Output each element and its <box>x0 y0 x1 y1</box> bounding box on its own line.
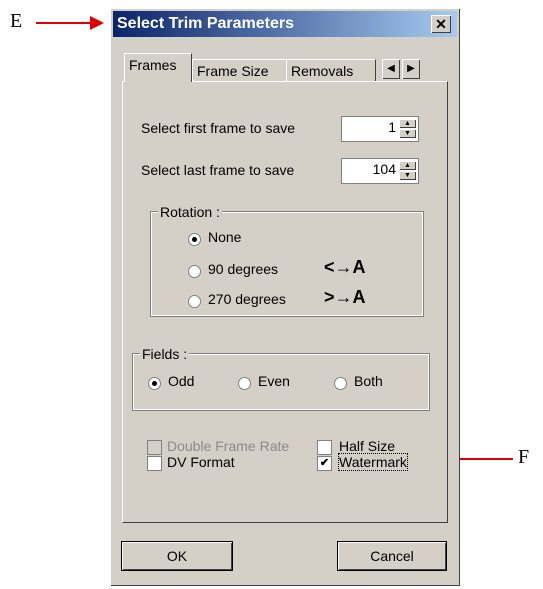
ok-button[interactable]: OK <box>122 542 232 570</box>
rotate-270-icon: >→A <box>324 287 366 307</box>
dv-format-checkbox[interactable] <box>147 456 162 471</box>
rotation-none-label: None <box>208 229 242 245</box>
callout-e-arrow <box>36 22 92 24</box>
dialog-title: Select Trim Parameters <box>117 15 294 32</box>
close-button[interactable]: ✕ <box>431 15 451 33</box>
watermark-label: Watermark <box>338 453 408 471</box>
fields-legend: Fields : <box>140 346 190 362</box>
last-frame-value: 104 <box>372 161 396 177</box>
dv-format-label: DV Format <box>167 454 235 470</box>
trim-dialog: Select Trim Parameters ✕ Frames Frame Si… <box>110 8 460 586</box>
title-bar[interactable]: Select Trim Parameters ✕ <box>113 11 457 37</box>
rotation-90-radio[interactable] <box>188 265 201 278</box>
arrow-right-icon: ▶ <box>407 63 415 74</box>
rotation-group: Rotation : None 90 degrees <→A 270 degre… <box>150 204 424 317</box>
callout-f-arrow <box>455 458 513 460</box>
tab-frame-size[interactable]: Frame Size <box>192 59 288 82</box>
fields-both-label: Both <box>354 373 383 389</box>
double-frame-rate-label: Double Frame Rate <box>167 438 290 454</box>
rotation-90-label: 90 degrees <box>208 261 279 277</box>
rotation-270-label: 270 degrees <box>208 291 286 307</box>
tab-scroll-right-button[interactable]: ▶ <box>402 59 420 79</box>
frames-panel: Select first frame to save 1 ▲ ▼ Select l… <box>122 81 448 523</box>
spin-down-icon[interactable]: ▼ <box>399 171 416 180</box>
first-frame-label: Select first frame to save <box>141 120 296 136</box>
first-frame-value: 1 <box>388 119 396 135</box>
double-frame-rate-checkbox[interactable] <box>147 440 162 455</box>
cancel-button[interactable]: Cancel <box>338 542 446 570</box>
spin-up-icon[interactable]: ▲ <box>399 119 416 128</box>
callout-f-label: F <box>518 446 530 468</box>
fields-group: Fields : Odd Even Both <box>132 346 430 411</box>
tab-scroll-left-button[interactable]: ◀ <box>382 59 400 79</box>
fields-odd-radio[interactable] <box>148 377 161 390</box>
last-frame-label: Select last frame to save <box>141 162 295 178</box>
rotate-90-icon: <→A <box>324 257 366 277</box>
first-frame-spinner[interactable]: 1 ▲ ▼ <box>341 116 419 142</box>
callout-e-label: E <box>10 10 23 32</box>
rotation-legend: Rotation : <box>158 204 222 220</box>
tab-removals[interactable]: Removals <box>286 59 376 82</box>
fields-even-radio[interactable] <box>238 377 251 390</box>
last-frame-spinner[interactable]: 104 ▲ ▼ <box>341 158 419 184</box>
half-size-checkbox[interactable] <box>317 440 332 455</box>
fields-even-label: Even <box>258 373 290 389</box>
fields-both-radio[interactable] <box>334 377 347 390</box>
spin-up-icon[interactable]: ▲ <box>399 161 416 170</box>
tab-frames[interactable]: Frames <box>124 53 192 82</box>
spin-down-icon[interactable]: ▼ <box>399 129 416 138</box>
fields-odd-label: Odd <box>168 373 195 389</box>
close-icon: ✕ <box>435 16 447 32</box>
rotation-270-radio[interactable] <box>188 295 201 308</box>
watermark-checkbox[interactable]: ✔ <box>317 456 332 471</box>
arrow-left-icon: ◀ <box>387 63 395 74</box>
rotation-none-radio[interactable] <box>188 233 201 246</box>
half-size-label: Half Size <box>339 438 396 454</box>
callout-e-arrowhead <box>90 16 104 30</box>
